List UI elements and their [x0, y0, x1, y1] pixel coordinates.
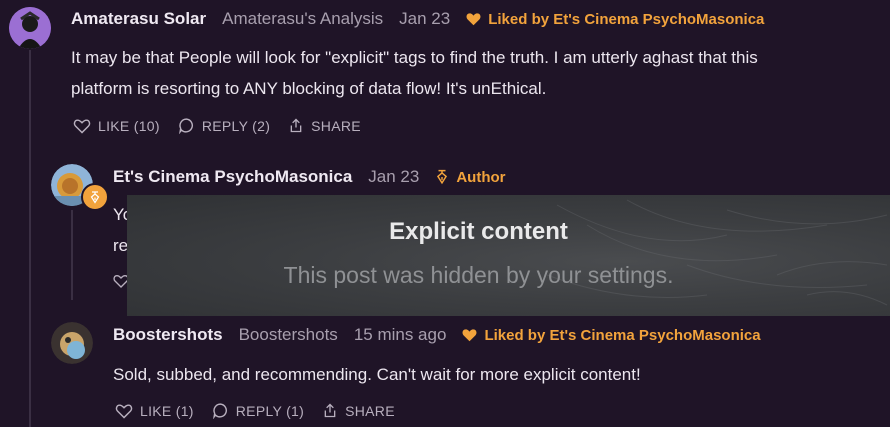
heart-icon	[462, 329, 477, 342]
comment-author[interactable]: Et's Cinema PsychoMasonica	[113, 167, 352, 187]
like-label: LIKE (1)	[140, 402, 194, 419]
pen-nib-icon	[90, 190, 100, 204]
author-avatar-badge	[81, 183, 109, 211]
comment-header: Amaterasu Solar Amaterasu's Analysis Jan…	[71, 9, 764, 29]
share-button[interactable]: SHARE	[288, 117, 361, 134]
author-badge: Author	[435, 168, 506, 186]
reply-label: REPLY (2)	[201, 117, 271, 134]
pen-nib-icon	[437, 169, 448, 185]
comment-publication[interactable]: Amaterasu's Analysis	[222, 9, 383, 29]
comment-header: Et's Cinema PsychoMasonica Jan 23 Author	[113, 167, 506, 187]
comment-date[interactable]: Jan 23	[368, 167, 419, 187]
share-label: SHARE	[311, 117, 361, 134]
heart-icon	[73, 118, 91, 134]
comment-body: Sold, subbed, and recommending. Can't wa…	[113, 359, 641, 390]
reply-button[interactable]: REPLY (1)	[212, 402, 304, 419]
comment-body-line: Sold, subbed, and recommending. Can't wa…	[113, 365, 641, 384]
liked-by-badge: Liked by Et's Cinema PsychoMasonica	[462, 326, 761, 344]
liked-by-text: Liked by Et's Cinema PsychoMasonica	[484, 326, 761, 344]
reply-label: REPLY (1)	[235, 402, 305, 419]
author-badge-text: Author	[456, 168, 506, 186]
comment-date[interactable]: Jan 23	[399, 9, 450, 29]
blurred-background-image	[546, 199, 888, 306]
overlay-title: Explicit content	[389, 218, 568, 245]
comment-date[interactable]: 15 mins ago	[354, 325, 447, 345]
heart-icon	[115, 403, 133, 419]
comment-body-peek: re	[113, 236, 129, 255]
comment-header: Boostershots Boostershots 15 mins ago Li…	[113, 325, 761, 345]
comment-icon	[212, 403, 227, 419]
avatar[interactable]	[51, 322, 93, 364]
share-button[interactable]: SHARE	[322, 402, 395, 419]
comment-publication[interactable]: Boostershots	[239, 325, 338, 345]
like-button[interactable]: LIKE (1)	[115, 403, 194, 419]
explicit-content-overlay[interactable]: Explicit content This post was hidden by…	[127, 195, 890, 316]
like-label: LIKE (10)	[98, 117, 160, 134]
like-button[interactable]: LIKE (10)	[73, 118, 160, 134]
share-icon	[290, 118, 302, 133]
liked-by-badge: Liked by Et's Cinema PsychoMasonica	[466, 11, 764, 28]
comment-actions: LIKE (10) REPLY (2) SHARE	[73, 117, 379, 134]
comment-body-line: It may be that People will look for "exp…	[71, 48, 758, 67]
share-icon	[324, 403, 336, 418]
comment-body-line: platform is resorting to ANY blocking of…	[71, 79, 547, 98]
avatar[interactable]	[9, 7, 51, 49]
comment-author[interactable]: Amaterasu Solar	[71, 9, 206, 29]
overlay-subtitle: This post was hidden by your settings.	[283, 262, 674, 288]
reply-button[interactable]: REPLY (2)	[178, 117, 270, 134]
comment-body: It may be that People will look for "exp…	[71, 42, 758, 104]
liked-by-text: Liked by Et's Cinema PsychoMasonica	[488, 10, 765, 28]
heart-icon	[466, 13, 481, 26]
comment-icon	[178, 118, 193, 134]
share-label: SHARE	[345, 402, 395, 419]
thread-line	[29, 50, 31, 427]
comment-author[interactable]: Boostershots	[113, 325, 223, 345]
thread-line	[71, 210, 73, 300]
comment-actions: LIKE (1) REPLY (1) SHARE	[115, 402, 413, 419]
